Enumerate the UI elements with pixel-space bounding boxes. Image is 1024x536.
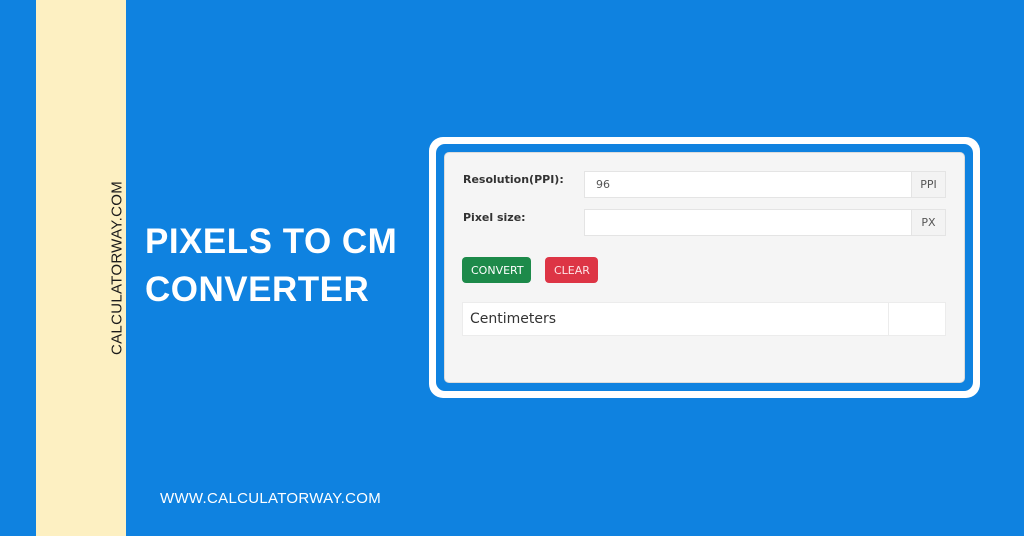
side-stripe: CALCULATORWAY.COM xyxy=(36,0,126,536)
convert-button[interactable]: CONVERT xyxy=(462,257,531,283)
resolution-label: Resolution(PPI): xyxy=(463,173,564,186)
resolution-unit: PPI xyxy=(912,171,946,198)
vertical-site-name: CALCULATORWAY.COM xyxy=(108,180,126,356)
resolution-row: Resolution(PPI): PPI xyxy=(463,171,946,198)
result-box: Centimeters xyxy=(462,302,946,336)
calculator-frame-inner: Resolution(PPI): PPI Pixel size: PX CONV… xyxy=(436,144,973,391)
pixel-size-row: Pixel size: PX xyxy=(463,209,946,236)
page-title: PIXELS TO CM CONVERTER xyxy=(145,218,397,314)
pixel-size-input[interactable] xyxy=(584,209,912,236)
footer-url: WWW.CALCULATORWAY.COM xyxy=(160,490,382,507)
calculator-frame: Resolution(PPI): PPI Pixel size: PX CONV… xyxy=(429,137,980,398)
title-line-2: CONVERTER xyxy=(145,270,370,309)
title-line-1: PIXELS TO CM xyxy=(145,222,398,261)
pixel-size-unit: PX xyxy=(912,209,946,236)
result-value xyxy=(888,303,945,335)
clear-button[interactable]: CLEAR xyxy=(545,257,598,283)
resolution-input[interactable] xyxy=(584,171,912,198)
calculator-card: Resolution(PPI): PPI Pixel size: PX CONV… xyxy=(444,152,965,383)
result-label: Centimeters xyxy=(470,311,557,327)
pixel-size-label: Pixel size: xyxy=(463,211,526,224)
